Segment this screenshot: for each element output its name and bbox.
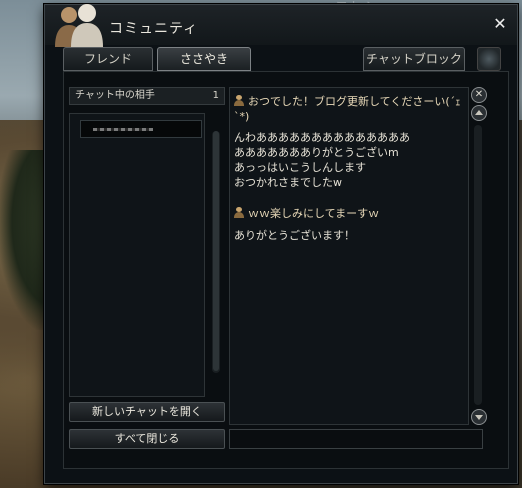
- message-line: ああああああありがとうございm: [234, 146, 399, 159]
- person-icon: [234, 95, 244, 106]
- person-icon: [234, 207, 244, 218]
- message-line: おつかれさまでしたw: [234, 176, 342, 189]
- new-chat-button[interactable]: 新しいチャットを開く: [69, 402, 225, 422]
- community-window: コミュニティ ✕ フレンド ささやき チャットブロック チャット中の相手 1 新…: [44, 4, 518, 484]
- chat-message: ありがとうございます！: [234, 228, 466, 243]
- tab-chat-block[interactable]: チャットブロック: [363, 47, 465, 71]
- partner-header-label: チャット中の相手: [75, 90, 155, 101]
- scroll-down-icon[interactable]: [471, 409, 487, 425]
- message-line: あっっはいこうしんします: [234, 161, 366, 174]
- partner-name-redacted: [93, 128, 153, 131]
- scrollbar-thumb[interactable]: [213, 131, 219, 371]
- chat-input[interactable]: [229, 429, 483, 449]
- chat-log: おつでした！ブログ更新してくださーい(´ｪ`*) んわあああああああああああああ…: [229, 87, 469, 425]
- community-users-icon: [55, 4, 103, 47]
- message-line: ありがとうございます！: [234, 229, 355, 242]
- tab-friends[interactable]: フレンド: [63, 47, 153, 71]
- partner-count: 1: [212, 90, 219, 101]
- scroll-up-icon[interactable]: [471, 105, 487, 121]
- title-bar[interactable]: コミュニティ ✕: [45, 4, 517, 47]
- partner-list-scrollbar[interactable]: [212, 131, 220, 373]
- chat-message: おつでした！ブログ更新してくださーい(´ｪ`*): [234, 94, 466, 124]
- window-title: コミュニティ: [109, 21, 199, 37]
- tab-whisper[interactable]: ささやき: [157, 47, 251, 71]
- chat-message: ｗｗ楽しみにしてまーすｗ: [234, 206, 466, 221]
- close-all-button[interactable]: すべて閉じる: [69, 429, 225, 449]
- partner-list-header: チャット中の相手 1: [69, 87, 225, 105]
- close-button[interactable]: ✕: [491, 15, 509, 33]
- chat-message: んわああああああああああああああ ああああああありがとうございm あっっはいこう…: [234, 130, 466, 190]
- message-text: ｗｗ楽しみにしてまーすｗ: [248, 207, 380, 220]
- partner-item[interactable]: [80, 120, 202, 138]
- settings-icon[interactable]: [477, 47, 501, 71]
- chat-scrollbar[interactable]: [474, 125, 482, 405]
- message-text: おつでした！ブログ更新してくださーい(´ｪ`*): [234, 95, 461, 123]
- close-chat-icon[interactable]: ✕: [471, 87, 487, 103]
- partner-list: [69, 113, 205, 397]
- message-line: んわああああああああああああああ: [234, 131, 410, 144]
